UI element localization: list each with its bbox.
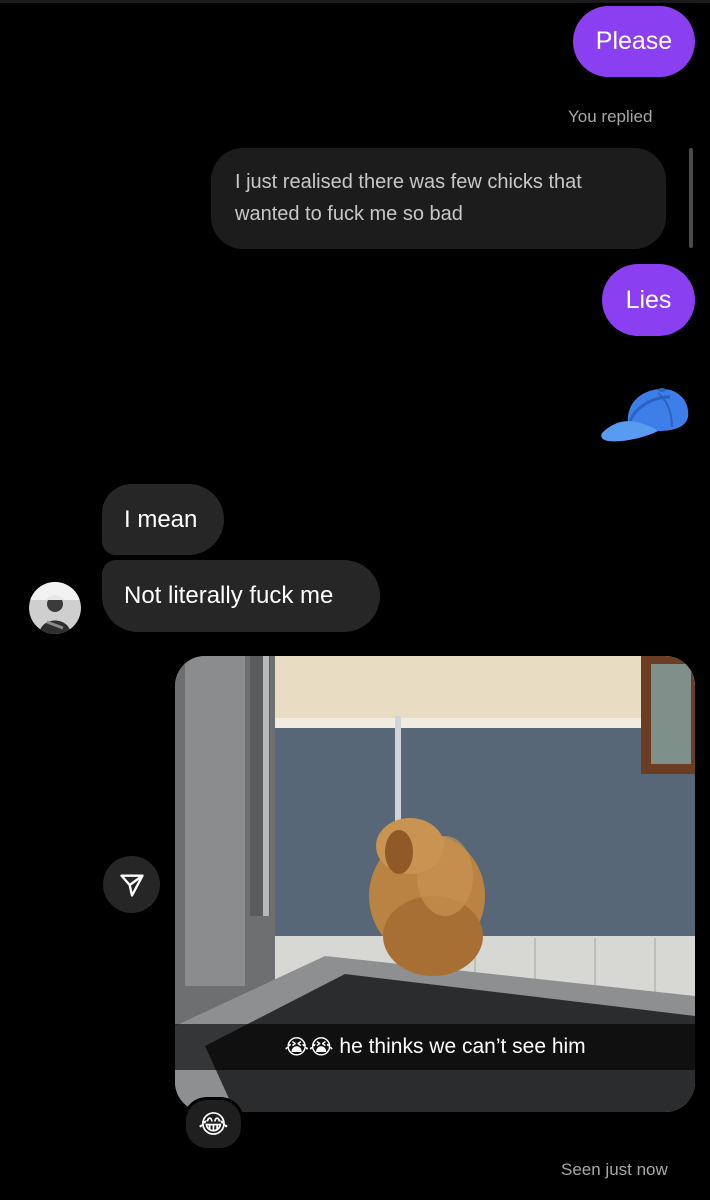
sent-message-please[interactable]: Please (573, 6, 695, 77)
laughing-emoji: 😂 (198, 1108, 229, 1139)
avatar-photo (29, 582, 81, 634)
photo-message[interactable]: 😭😭 he thinks we can’t see him (175, 656, 695, 1112)
message-text: Lies (625, 285, 672, 314)
cap-emoji-message[interactable] (600, 383, 692, 449)
top-divider (0, 0, 710, 3)
you-replied-label: You replied (568, 107, 653, 126)
seen-status: Seen just now (561, 1160, 668, 1179)
sent-message-lies[interactable]: Lies (602, 264, 695, 336)
share-button[interactable] (103, 856, 160, 913)
received-message-not-literally[interactable]: Not literally fuck me (102, 560, 380, 632)
reply-scroll-indicator (689, 148, 693, 248)
replied-message-bubble[interactable]: I just realised there was few chicks tha… (211, 148, 666, 249)
crying-emoji: 😭😭 (284, 1035, 334, 1059)
replied-message-text: I just realised there was few chicks tha… (235, 171, 582, 225)
photo-caption-bar: 😭😭 he thinks we can’t see him (175, 1024, 695, 1070)
message-text: Not literally fuck me (124, 582, 334, 609)
reaction-badge[interactable]: 😂 (183, 1097, 244, 1151)
photo-caption-text: he thinks we can’t see him (339, 1035, 586, 1058)
message-text: I mean (124, 505, 198, 533)
blue-cap-icon (601, 388, 689, 442)
received-message-i-mean[interactable]: I mean (102, 484, 224, 555)
paper-plane-icon (119, 874, 144, 897)
sender-avatar[interactable] (29, 582, 81, 634)
message-text: Please (595, 27, 673, 55)
